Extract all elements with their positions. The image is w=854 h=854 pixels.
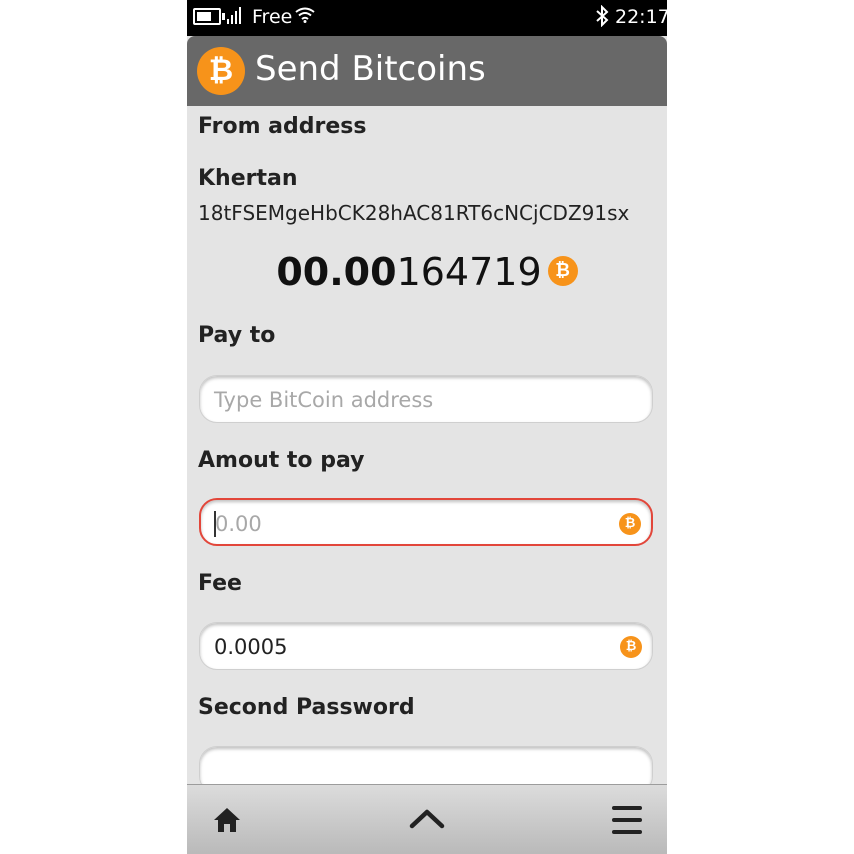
signal-icon [227,6,245,24]
fee-value: 0.0005 [214,635,288,659]
bitcoin-icon: ₿ [620,636,642,658]
home-icon[interactable] [213,807,241,833]
phone-screen: Free 22:17 ₿ Send Bitcoins From address … [187,0,667,854]
chevron-up-icon[interactable] [409,807,445,829]
balance-decimals: 164719 [396,250,542,294]
wifi-icon [295,7,315,23]
pay-to-input[interactable]: Type BitCoin address [199,375,653,423]
bottom-toolbar [187,784,667,854]
app-header: ₿ Send Bitcoins [187,36,667,106]
account-name: Khertan [198,166,298,191]
amount-input[interactable]: 0.00 ₿ [199,498,653,546]
account-address: 18tFSEMgeHbCK28hAC81RT6cNCjCDZ91sx [198,201,630,225]
status-bar: Free 22:17 [187,0,667,36]
fee-input[interactable]: 0.0005 ₿ [199,622,653,670]
amount-placeholder: 0.00 [215,512,262,536]
balance-display: 00.00164719 ₿ [187,250,667,294]
second-password-label: Second Password [198,695,415,720]
page-title: Send Bitcoins [255,49,486,89]
pay-to-placeholder: Type BitCoin address [214,388,434,412]
bitcoin-icon: ₿ [619,513,641,535]
amount-label: Amout to pay [198,448,365,473]
from-address-label: From address [198,114,367,139]
carrier-name: Free [252,6,293,28]
balance-integer: 00.00 [276,250,397,294]
fee-label: Fee [198,571,242,596]
bitcoin-icon: ₿ [197,47,245,95]
clock: 22:17 [615,6,667,28]
menu-icon[interactable] [612,806,642,834]
battery-icon [193,8,225,25]
pay-to-label: Pay to [198,323,276,348]
bluetooth-icon [596,5,609,27]
bitcoin-icon: ₿ [547,255,578,286]
